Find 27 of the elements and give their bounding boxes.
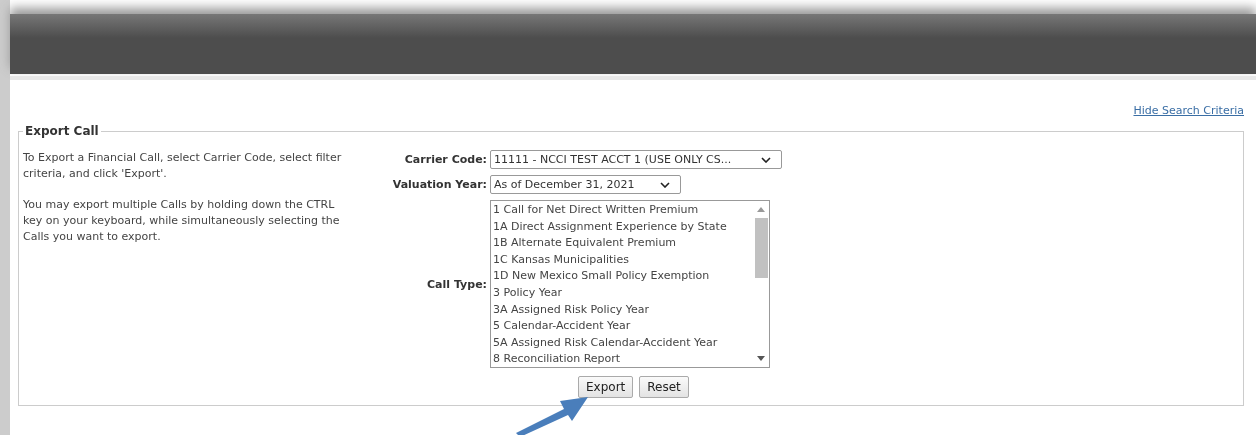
instruction-text: To Export a Financial Call, select Carrier Code, select filter criteria, and click 'Export'. [23,150,343,182]
call-type-option[interactable]: 1B Alternate Equivalent Premium [493,235,751,252]
panel-legend: Export Call [23,124,101,138]
call-type-option[interactable]: 3A Assigned Risk Policy Year [493,301,751,319]
call-type-listbox[interactable] [490,200,770,368]
call-type-option[interactable]: 1 Call for Net Direct Written Premium [493,202,751,219]
scroll-down-icon[interactable] [757,356,765,361]
valuation-year-dropdown[interactable]: As of December 31, 2021 [490,175,681,194]
call-type-option[interactable]: 5A Assigned Risk Calendar-Accident Year [493,334,751,352]
call-type-option[interactable]: 1A Direct Assignment Experience by State [493,218,751,236]
field-label: Carrier Code: [403,152,487,168]
carrier-code-dropdown[interactable]: 11111 - NCCI TEST ACCT 1 (USE ONLY CS... [490,150,782,169]
call-type-option[interactable]: 8 Reconciliation Report [493,351,751,368]
scroll-up-icon[interactable] [757,207,765,212]
export-button[interactable]: Export [578,376,634,398]
call-type-option[interactable]: 3 Policy Year [493,284,751,302]
call-type-option[interactable]: 1C Kansas Municipalities [493,251,751,269]
reset-button[interactable]: Reset [639,376,689,398]
call-type-option[interactable]: 1D New Mexico Small Policy Exemption [493,268,751,285]
field-label: Call Type: [426,276,487,293]
chevron-down-icon [660,181,670,188]
hide-search-criteria-link[interactable]: Hide Search Criteria [1133,104,1244,120]
scroll-thumb[interactable] [754,218,768,278]
instruction-text: You may export multiple Calls by holding down the CTRL key on your keyboard, while simultaneously selecting the Calls you want to export. [23,197,341,245]
chevron-down-icon [761,156,771,163]
field-label: Valuation Year: [391,177,487,193]
call-type-option[interactable]: 5 Calendar-Accident Year [493,318,751,335]
